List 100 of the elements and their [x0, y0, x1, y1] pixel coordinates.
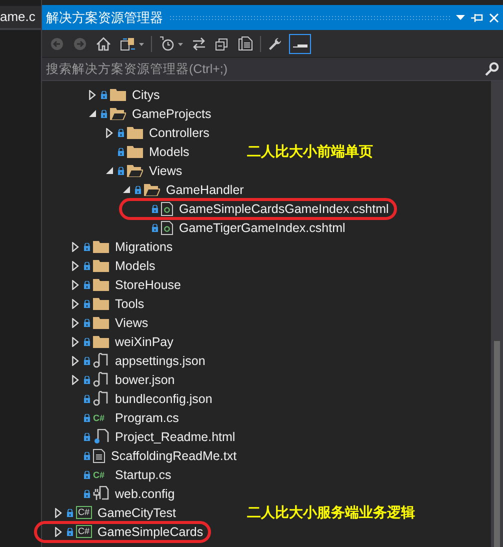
lock-icon	[84, 262, 90, 270]
expand-arrow-icon[interactable]	[88, 90, 96, 100]
dropdown-icon[interactable]	[456, 14, 465, 20]
tree-item[interactable]: Models	[149, 144, 190, 158]
lock-icon	[84, 338, 90, 346]
lock-icon	[84, 432, 90, 440]
lock-icon	[84, 452, 90, 460]
lock-icon	[152, 204, 158, 212]
folder-icon	[127, 145, 143, 158]
tree-item[interactable]: Project_Readme.html	[115, 430, 236, 444]
lock-icon	[84, 394, 90, 402]
expanded-arrow-icon[interactable]	[106, 167, 112, 174]
csharp-project-icon: C#	[76, 525, 92, 538]
settings-file-icon	[93, 391, 109, 406]
expand-arrow-icon[interactable]	[72, 318, 78, 328]
search-box[interactable]: 搜索解决方案资源管理器(Ctrl+;)	[42, 58, 503, 80]
expand-arrow-icon[interactable]	[54, 526, 62, 536]
folder-icon	[93, 259, 109, 272]
folder-icon	[93, 278, 109, 291]
file-icon	[161, 202, 173, 216]
csharp-icon: C#	[93, 412, 109, 422]
folder-icon	[93, 240, 109, 253]
expand-arrow-icon[interactable]	[72, 242, 78, 252]
tree-item[interactable]: GameCityTest	[98, 506, 176, 520]
folder-icon	[110, 88, 126, 101]
expand-arrow-icon[interactable]	[72, 374, 78, 384]
expand-arrow-icon[interactable]	[106, 128, 112, 138]
lock-icon	[84, 300, 90, 308]
sync-icon[interactable]	[190, 34, 208, 52]
expand-arrow-icon[interactable]	[72, 356, 78, 366]
lock-icon	[84, 414, 90, 422]
lock-icon	[118, 166, 124, 174]
annotation: 二人比大小服务端业务逻辑	[247, 504, 415, 522]
open-folder-icon	[144, 183, 160, 196]
lock-icon	[135, 186, 141, 194]
expanded-arrow-icon[interactable]	[88, 110, 96, 117]
csharp-icon: C#	[93, 470, 109, 480]
lock-icon	[118, 128, 124, 136]
folder-icon	[93, 335, 109, 348]
settings-file-icon	[93, 353, 109, 368]
tree-item[interactable]: bundleconfig.json	[115, 392, 212, 406]
close-icon[interactable]	[489, 12, 499, 22]
search-field[interactable]: 搜索解决方案资源管理器(Ctrl+;)	[46, 62, 485, 76]
clock-icon[interactable]	[157, 34, 185, 53]
annotation: 二人比大小前端单页	[247, 142, 373, 160]
lock-icon	[84, 470, 90, 478]
lock-icon	[84, 376, 90, 384]
tree-item[interactable]: Views	[115, 316, 148, 330]
tree-item[interactable]: Startup.cs	[115, 468, 172, 482]
config-file-icon	[93, 486, 109, 501]
home-icon[interactable]	[94, 34, 113, 52]
expand-arrow-icon[interactable]	[54, 508, 62, 518]
tree-item[interactable]: StoreHouse	[115, 278, 182, 292]
expanded-arrow-icon[interactable]	[122, 186, 130, 193]
scrollbar[interactable]	[491, 81, 503, 547]
open-folder-icon	[127, 164, 143, 177]
lock-icon	[84, 490, 90, 498]
tree-item[interactable]: Migrations	[115, 240, 173, 254]
lock-icon	[84, 280, 90, 288]
tree-item[interactable]: Program.cs	[115, 410, 179, 424]
tree-item[interactable]: Views	[149, 164, 182, 178]
tree-item[interactable]: Tools	[115, 296, 144, 310]
tree-item[interactable]: GameProjects	[132, 106, 212, 120]
lock-icon	[101, 110, 107, 118]
tree-item[interactable]: appsettings.json	[115, 354, 206, 368]
tree-item[interactable]: GameSimpleCards	[98, 524, 204, 538]
tree-item[interactable]: ScaffoldingReadMe.txt	[111, 448, 237, 462]
tree-item[interactable]: GameTigerGameIndex.cshtml	[179, 220, 346, 234]
search-icon[interactable]	[485, 62, 499, 76]
window-title: 解决方案资源管理器	[46, 8, 163, 26]
tree-item[interactable]: GameSimpleCardsGameIndex.cshtml	[179, 202, 389, 216]
copy-icon[interactable]	[236, 34, 255, 53]
folder-icon	[93, 297, 109, 310]
expand-arrow-icon[interactable]	[72, 336, 78, 346]
editor-tab[interactable]: ame.c	[0, 6, 41, 30]
csharp-project-icon: C#	[76, 506, 92, 519]
tree-item[interactable]: Controllers	[149, 126, 210, 140]
open-folder-icon	[110, 107, 126, 120]
lock-icon	[84, 318, 90, 326]
tree-item[interactable]: Citys	[132, 88, 160, 102]
lock-icon	[67, 528, 73, 536]
lock-icon	[84, 356, 90, 364]
pin-icon[interactable]	[471, 12, 483, 22]
lock-icon	[101, 90, 107, 98]
lock-icon	[152, 224, 158, 232]
folder-icon	[127, 126, 143, 139]
expand-arrow-icon[interactable]	[72, 280, 78, 290]
tree-item[interactable]: web.config	[115, 486, 175, 500]
lock-icon	[84, 242, 90, 250]
tree-item[interactable]: bower.json	[115, 372, 175, 386]
lock-icon	[118, 148, 124, 156]
settings-file-icon	[93, 372, 109, 387]
file-icon	[161, 220, 173, 234]
expand-arrow-icon[interactable]	[72, 298, 78, 308]
expand-arrow-icon[interactable]	[72, 260, 78, 270]
tree-item[interactable]: Models	[115, 258, 156, 272]
tree-item[interactable]: weiXinPay	[115, 334, 174, 348]
tree-item[interactable]: GameHandler	[166, 182, 244, 196]
preview-toggle-icon[interactable]	[289, 34, 311, 54]
web-file-icon	[93, 429, 109, 444]
